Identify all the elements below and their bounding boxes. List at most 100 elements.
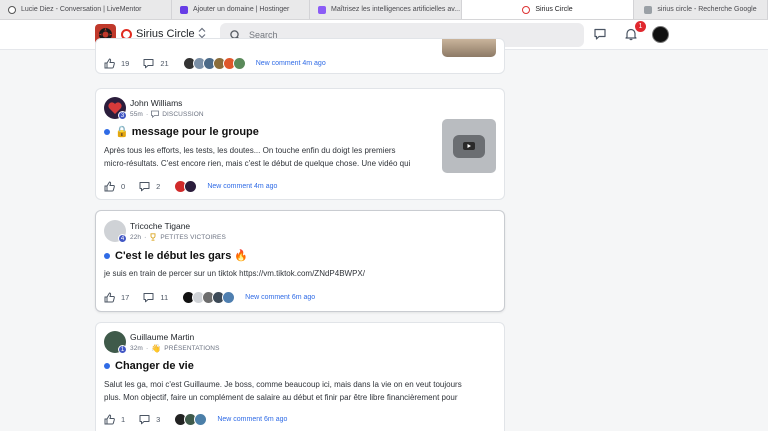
level-badge: 4: [118, 234, 127, 243]
post-card[interactable]: 3 John Williams 55m · DISCUSSION 🔒 messa…: [95, 88, 505, 200]
post-meta: 55m · DISCUSSION: [130, 110, 204, 118]
avatar: [184, 180, 198, 193]
separator: ·: [144, 233, 147, 241]
comment-icon: [143, 293, 154, 303]
excerpt-line: plus. Mon objectif, faire un complément …: [104, 393, 458, 402]
tab-label: Ajouter un domaine | Hostinger: [193, 6, 290, 13]
browser-tab-livementor[interactable]: Lucie Diez - Conversation | LiveMentor: [0, 0, 172, 19]
thumbs-up-icon: [104, 414, 115, 425]
post-title: 🔒 message pour le groupe: [115, 126, 259, 138]
new-comment-link[interactable]: New comment 6m ago: [245, 294, 315, 301]
post-card[interactable]: 4 Tricoche Tigane 22h · PETITES VICTOIRE…: [95, 210, 505, 312]
notification-badge: 1: [635, 21, 646, 32]
comment-icon: [143, 59, 154, 69]
like-count: 1: [121, 415, 126, 424]
thumbs-up-icon: [104, 292, 115, 303]
excerpt-line: micro-résultats. C'est encore rien, mais…: [104, 159, 411, 168]
sirius-icon: [522, 5, 531, 14]
like-button[interactable]: 0: [104, 181, 125, 192]
thumbs-up-icon: [104, 181, 115, 192]
post-title: Changer de vie: [115, 360, 194, 372]
author-name[interactable]: Tricoche Tigane: [130, 221, 190, 231]
comment-button[interactable]: 3: [139, 414, 160, 425]
like-button[interactable]: 19: [104, 58, 129, 69]
post-actions: 17 11 New comment 6m ago: [104, 291, 315, 304]
post-card[interactable]: 1 Guillaume Martin 32m · 👋 PRÉSENTATIONS…: [95, 322, 505, 431]
comment-count: 3: [156, 415, 161, 424]
unread-dot: [104, 252, 110, 259]
post-thumbnail[interactable]: [442, 39, 496, 57]
comment-icon: [139, 182, 150, 192]
post-title-row[interactable]: 🔒 message pour le groupe: [104, 125, 259, 138]
new-comment-link[interactable]: New comment 4m ago: [207, 183, 277, 190]
post-excerpt[interactable]: Salut les ga, moi c'est Guillaume. Je bo…: [104, 378, 462, 404]
tab-label: sirius circle - Recherche Google: [657, 6, 757, 13]
author-name[interactable]: Guillaume Martin: [130, 332, 194, 342]
browser-tab-ia[interactable]: Maîtrisez les intelligences artificielle…: [310, 0, 462, 19]
avatar: [222, 291, 236, 304]
author-name[interactable]: John Williams: [130, 98, 182, 108]
tab-label: Sirius Circle: [535, 6, 573, 13]
like-count: 19: [121, 59, 130, 68]
like-button[interactable]: 1: [104, 414, 125, 425]
post-category[interactable]: PRÉSENTATIONS: [164, 345, 219, 352]
tab-label: Maîtrisez les intelligences artificielle…: [331, 6, 461, 13]
separator: ·: [145, 345, 149, 352]
like-button[interactable]: 17: [104, 292, 129, 303]
post-time: 22h: [130, 233, 142, 241]
avatar: [194, 413, 208, 426]
new-comment-link[interactable]: New comment 6m ago: [217, 416, 287, 423]
post-title: C'est le début les gars 🔥: [115, 250, 249, 262]
like-count: 17: [121, 293, 130, 302]
post-actions: 1 3 New comment 6m ago: [104, 413, 287, 426]
play-icon: [453, 134, 485, 158]
post-category[interactable]: PETITES VICTOIRES: [160, 234, 226, 241]
comment-count: 11: [160, 293, 169, 302]
google-icon: [644, 5, 653, 14]
comment-button[interactable]: 21: [143, 58, 169, 69]
commenter-avatars: [182, 57, 246, 70]
comment-button[interactable]: 2: [139, 181, 160, 192]
new-comment-link[interactable]: New comment 4m ago: [256, 60, 326, 67]
post-excerpt[interactable]: Après tous les efforts, les tests, les d…: [104, 144, 410, 170]
speech-bubble-icon: [151, 110, 160, 118]
clock-icon: [8, 5, 16, 14]
commenter-avatars: [174, 180, 198, 193]
tab-label: Lucie Diez - Conversation | LiveMentor: [21, 6, 142, 13]
post-title-row[interactable]: C'est le début les gars 🔥: [104, 249, 248, 262]
post-card-partial[interactable]: 19 21 New comment 4m ago: [95, 38, 505, 74]
browser-tab-google[interactable]: sirius circle - Recherche Google: [634, 0, 768, 19]
post-actions: 0 2 New comment 4m ago: [104, 180, 277, 193]
purple-app-icon: [318, 5, 326, 14]
hostinger-icon: [180, 5, 188, 14]
commenter-avatars: [182, 291, 236, 304]
browser-tab-strip: Lucie Diez - Conversation | LiveMentor A…: [0, 0, 768, 20]
post-meta: 32m · 👋 PRÉSENTATIONS: [130, 344, 220, 353]
like-count: 0: [121, 182, 126, 191]
commenter-avatars: [174, 413, 208, 426]
video-thumbnail[interactable]: [442, 119, 496, 173]
chat-icon[interactable]: [593, 27, 607, 46]
post-actions: 19 21 New comment 4m ago: [104, 57, 326, 70]
user-avatar[interactable]: [652, 26, 669, 43]
level-badge: 1: [118, 345, 127, 354]
post-title-row[interactable]: Changer de vie: [104, 360, 194, 372]
avatar: [232, 57, 246, 70]
post-category[interactable]: DISCUSSION: [162, 111, 203, 118]
comment-button[interactable]: 11: [143, 292, 168, 303]
comment-icon: [139, 415, 150, 425]
waving-hand-icon: 👋: [151, 344, 162, 353]
post-meta: 22h · PETITES VICTOIRES: [130, 233, 226, 241]
excerpt-line: Après tous les efforts, les tests, les d…: [104, 146, 396, 155]
post-time: 55m: [130, 110, 143, 118]
post-excerpt[interactable]: je suis en train de percer sur un tiktok…: [104, 267, 365, 280]
comment-count: 21: [160, 59, 169, 68]
level-badge: 3: [118, 111, 127, 120]
browser-tab-sirius-circle[interactable]: Sirius Circle: [462, 0, 634, 19]
trophy-icon: [150, 233, 156, 241]
excerpt-line: Salut les ga, moi c'est Guillaume. Je bo…: [104, 380, 462, 389]
separator: ·: [145, 110, 149, 118]
unread-dot: [104, 128, 110, 135]
post-time: 32m: [130, 345, 143, 352]
browser-tab-hostinger[interactable]: Ajouter un domaine | Hostinger: [172, 0, 310, 19]
